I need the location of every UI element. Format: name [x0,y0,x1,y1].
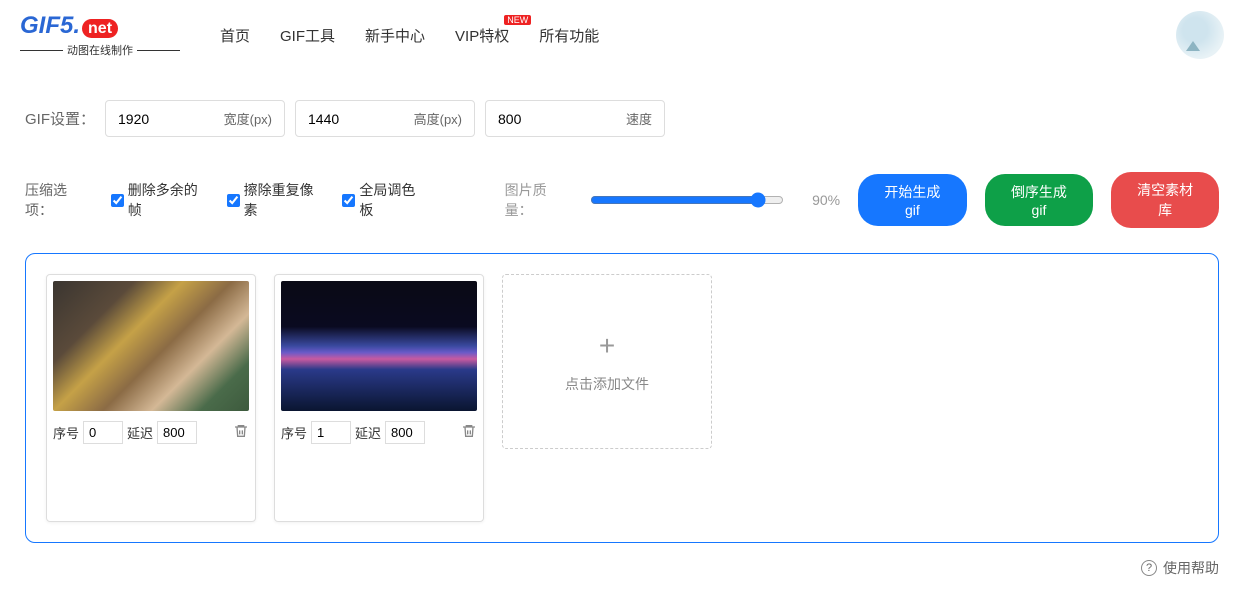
seq-input[interactable] [83,421,123,444]
nav-home[interactable]: 首页 [220,25,250,46]
trash-icon[interactable] [233,423,249,442]
logo-subtitle: 动图在线制作 [20,42,180,58]
checkbox-remove-frames[interactable] [111,194,124,207]
avatar[interactable] [1176,11,1224,59]
help-icon: ? [1141,560,1157,576]
delay-label: 延迟 [127,423,153,442]
frame-item[interactable]: 序号 延迟 [274,274,484,522]
logo[interactable]: GIF5.net 动图在线制作 [20,12,180,58]
seq-input[interactable] [311,421,351,444]
quality-label: 图片质量： [505,180,573,220]
speed-unit: 速度 [626,109,652,128]
opt-remove-frames[interactable]: 删除多余的帧 [111,180,209,220]
quality-slider[interactable] [590,192,784,208]
speed-input-group: 速度 [485,100,665,137]
add-frame-button[interactable]: + 点击添加文件 [502,274,712,449]
logo-net: net [82,19,118,38]
height-input-group: 高度(px) [295,100,475,137]
quality-value: 90% [812,192,840,208]
settings-label: GIF设置： [25,108,95,129]
help-link[interactable]: ? 使用帮助 [0,543,1244,593]
seq-label: 序号 [53,423,79,442]
reverse-button[interactable]: 倒序生成gif [985,174,1094,226]
clear-button[interactable]: 清空素材库 [1111,172,1219,228]
delay-input[interactable] [157,421,197,444]
nav-newbie[interactable]: 新手中心 [365,25,425,46]
speed-input[interactable] [498,111,588,127]
width-input-group: 宽度(px) [105,100,285,137]
compress-label: 压缩选项： [25,180,93,220]
logo-text: GIF5. [20,12,80,39]
height-input[interactable] [308,111,398,127]
opt-global-palette[interactable]: 全局调色板 [342,180,426,220]
header: GIF5.net 动图在线制作 首页 GIF工具 新手中心 VIP特权NEW 所… [0,0,1244,70]
nav-all[interactable]: 所有功能 [539,25,599,46]
settings-row: GIF设置： 宽度(px) 高度(px) 速度 [25,100,1219,137]
frames-canvas: 序号 延迟 序号 延迟 + 点击添加文件 [25,253,1219,543]
frame-controls: 序号 延迟 [53,421,249,444]
frame-thumbnail [281,281,477,411]
nav-vip[interactable]: VIP特权NEW [455,25,509,46]
plus-icon: + [599,330,615,362]
width-input[interactable] [118,111,208,127]
badge-new: NEW [504,15,531,25]
height-unit: 高度(px) [414,109,462,128]
delay-label: 延迟 [355,423,381,442]
delay-input[interactable] [385,421,425,444]
nav-tools[interactable]: GIF工具 [280,25,335,46]
frame-controls: 序号 延迟 [281,421,477,444]
opt-erase-pixels[interactable]: 擦除重复像素 [227,180,325,220]
nav: 首页 GIF工具 新手中心 VIP特权NEW 所有功能 [220,25,599,46]
checkbox-erase-pixels[interactable] [227,194,240,207]
options-row: 压缩选项： 删除多余的帧 擦除重复像素 全局调色板 图片质量： 90% 开始生成… [25,172,1219,228]
help-label: 使用帮助 [1163,558,1219,578]
generate-button[interactable]: 开始生成gif [858,174,967,226]
add-frame-label: 点击添加文件 [565,374,649,394]
frame-item[interactable]: 序号 延迟 [46,274,256,522]
seq-label: 序号 [281,423,307,442]
width-unit: 宽度(px) [224,109,272,128]
frame-thumbnail [53,281,249,411]
checkbox-global-palette[interactable] [342,194,355,207]
trash-icon[interactable] [461,423,477,442]
